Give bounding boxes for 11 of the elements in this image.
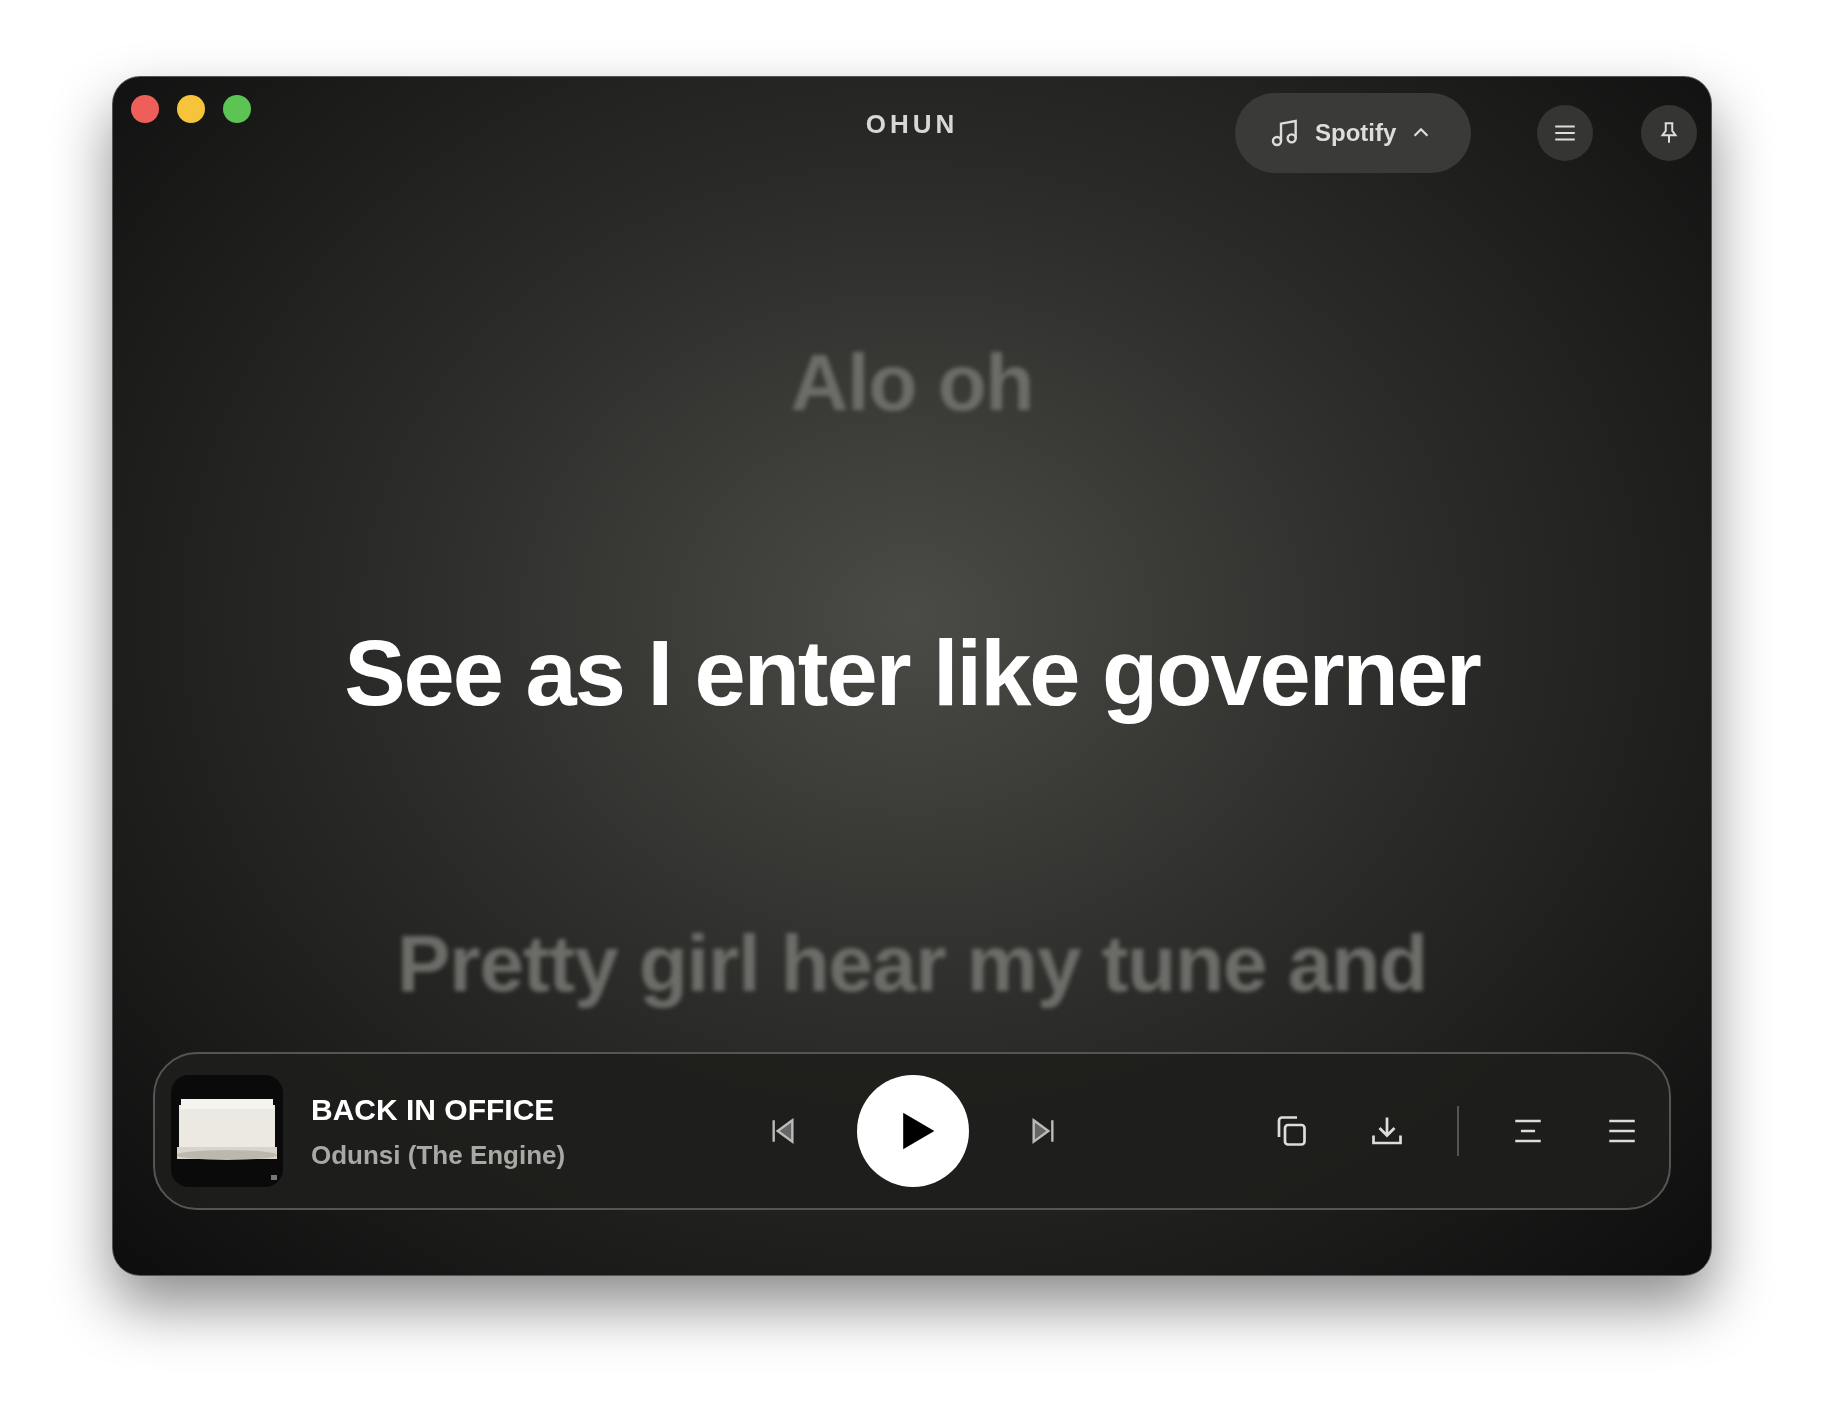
lyric-line: See as I enter like governer <box>344 623 1480 725</box>
zoom-button[interactable] <box>223 95 251 123</box>
close-button[interactable] <box>131 95 159 123</box>
menu-button[interactable] <box>1537 105 1593 161</box>
source-picker[interactable]: Spotify <box>1235 93 1471 173</box>
pin-button[interactable] <box>1641 105 1697 161</box>
minimize-button[interactable] <box>177 95 205 123</box>
lyric-line: Pretty girl hear my tune and <box>396 920 1427 1009</box>
artist-name: Odunsi (The Engine) <box>311 1139 567 1172</box>
track-title: BACK IN OFFICE <box>311 1092 556 1128</box>
window-title: OHUN <box>865 108 959 141</box>
